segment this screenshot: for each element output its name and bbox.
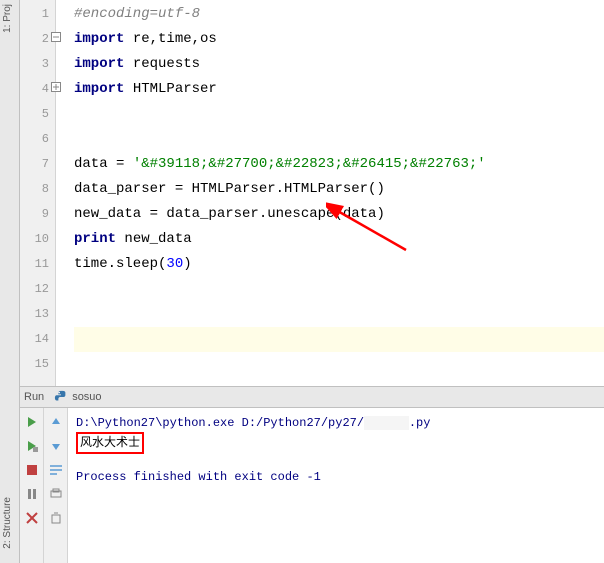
console-command-line: D:\Python27\python.exe D:/Python27/py27/… — [76, 414, 596, 432]
scroll-down-button[interactable] — [48, 438, 64, 454]
code-line: import re,time,os — [74, 27, 604, 52]
current-line — [74, 327, 604, 352]
code-line — [74, 277, 604, 302]
gutter-line: 14 — [20, 327, 49, 352]
code-line: data_parser = HTMLParser.HTMLParser() — [74, 177, 604, 202]
gutter: 1 2 3 4 5 6 7 8 9 10 11 12 13 14 15 — [20, 0, 56, 386]
run-config-selector[interactable]: sosuo — [54, 390, 101, 404]
code-line: data = '&#39118;&#27700;&#22823;&#26415;… — [74, 152, 604, 177]
code-line — [74, 352, 604, 377]
editor-area: 1 2 3 4 5 6 7 8 9 10 11 12 13 14 15 #enc… — [20, 0, 604, 386]
console-area: D:\Python27\python.exe D:/Python27/py27/… — [20, 408, 604, 563]
gutter-line: 15 — [20, 352, 49, 377]
rerun-debug-button[interactable] — [24, 438, 40, 454]
run-label: Run — [24, 391, 44, 403]
gutter-line: 4 — [20, 77, 49, 102]
code-line: print new_data — [74, 227, 604, 252]
console-output[interactable]: D:\Python27\python.exe D:/Python27/py27/… — [68, 408, 604, 563]
code-line: import requests — [74, 52, 604, 77]
gutter-line: 12 — [20, 277, 49, 302]
close-button[interactable] — [24, 510, 40, 526]
code-line: time.sleep(30) — [74, 252, 604, 277]
clear-button[interactable] — [48, 510, 64, 526]
stop-button[interactable] — [24, 462, 40, 478]
code-area[interactable]: #encoding=utf-8 import re,time,os import… — [56, 0, 604, 386]
console-exit-line: Process finished with exit code -1 — [76, 468, 596, 486]
code-line: import HTMLParser — [74, 77, 604, 102]
python-icon — [54, 390, 68, 404]
structure-tab-label: 2: Structure — [2, 497, 13, 549]
print-button[interactable] — [48, 486, 64, 502]
rerun-button[interactable] — [24, 414, 40, 430]
left-sidebar: 1: Proj 2: Structure — [0, 0, 20, 563]
code-line — [74, 127, 604, 152]
console-toolbar-secondary — [44, 408, 68, 563]
code-line: #encoding=utf-8 — [74, 2, 604, 27]
run-toolbar: Run sosuo — [20, 386, 604, 408]
gutter-line: 3 — [20, 52, 49, 77]
redacted-text — [364, 416, 409, 430]
gutter-line: 7 — [20, 152, 49, 177]
project-tab-label: 1: Proj — [2, 4, 13, 33]
gutter-line: 2 — [20, 27, 49, 52]
console-toolbar-primary — [20, 408, 44, 563]
project-tool-tab[interactable]: 1: Proj — [0, 0, 15, 37]
code-line: new_data = data_parser.unescape(data) — [74, 202, 604, 227]
gutter-line: 10 — [20, 227, 49, 252]
code-line — [74, 102, 604, 127]
code-line — [74, 302, 604, 327]
gutter-line: 1 — [20, 2, 49, 27]
highlighted-output: 风水大术士 — [76, 432, 144, 454]
gutter-line: 6 — [20, 127, 49, 152]
scroll-up-button[interactable] — [48, 414, 64, 430]
console-output-line: 风水大术士 — [76, 432, 596, 454]
soft-wrap-button[interactable] — [48, 462, 64, 478]
gutter-line: 9 — [20, 202, 49, 227]
gutter-line: 8 — [20, 177, 49, 202]
structure-tool-tab[interactable]: 2: Structure — [0, 493, 15, 553]
run-config-name: sosuo — [72, 391, 101, 403]
gutter-line: 13 — [20, 302, 49, 327]
gutter-line: 11 — [20, 252, 49, 277]
gutter-line: 5 — [20, 102, 49, 127]
pause-button[interactable] — [24, 486, 40, 502]
